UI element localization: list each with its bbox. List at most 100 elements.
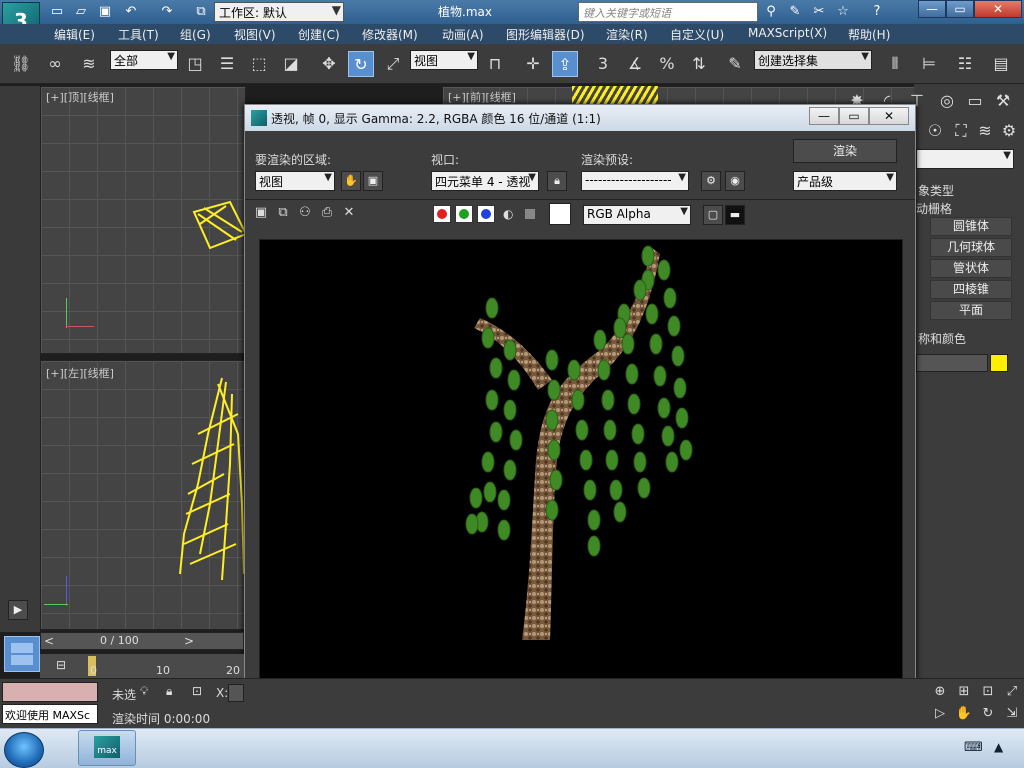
viewport-dropdown[interactable]: 四元菜单 4 - 透视 ▼ xyxy=(431,171,539,191)
minimize-button[interactable]: — xyxy=(918,0,946,18)
area-to-render-dropdown[interactable]: 视图 ▼ xyxy=(255,171,335,191)
mirror-icon[interactable]: ⫴ xyxy=(882,51,908,77)
spinner-snap-icon[interactable]: ⇅ xyxy=(686,51,712,77)
display-channel-dropdown[interactable]: RGB Alpha ▼ xyxy=(583,205,691,225)
reference-coordinate-dropdown[interactable]: 视图 ▼ xyxy=(410,50,478,70)
select-manipulate-icon[interactable]: ✛ xyxy=(520,51,546,77)
object-name-input[interactable] xyxy=(916,354,988,372)
menu-customize[interactable]: 自定义(U) xyxy=(670,26,724,43)
move-icon[interactable]: ✥ xyxy=(316,51,342,77)
search-input[interactable]: 键入关键字或短语 xyxy=(578,2,758,22)
zoom-extents-selected-icon[interactable]: ⊡ xyxy=(978,682,998,702)
name-and-color-title[interactable]: 称和颜色 xyxy=(918,330,966,347)
menu-create[interactable]: 创建(C) xyxy=(298,26,340,43)
green-channel-toggle[interactable] xyxy=(455,205,473,223)
selection-lock-icon[interactable]: 🔒︎ xyxy=(166,684,172,699)
menu-maxscript[interactable]: MAXScript(X) xyxy=(748,26,827,40)
object-category-dropdown[interactable]: ▼ xyxy=(916,149,1014,169)
alpha-toggle-icon[interactable]: ◐ xyxy=(503,207,513,221)
render-canvas[interactable] xyxy=(259,239,903,723)
pivot-center-icon[interactable]: ⊓ xyxy=(482,51,508,77)
clone-window-icon[interactable]: ⚇ xyxy=(295,203,315,223)
tools-icon[interactable]: ✂ xyxy=(810,3,828,21)
keyboard-tray-icon[interactable]: ⌨ xyxy=(964,740,983,755)
percent-snap-icon[interactable]: % xyxy=(654,51,680,77)
rectangular-selection-icon[interactable]: ⬚ xyxy=(246,51,272,77)
autogrid-checkbox[interactable]: 动栅格 xyxy=(916,200,952,217)
save-image-icon[interactable]: ▣ xyxy=(251,203,271,223)
binoculars-icon[interactable]: ⚲ xyxy=(762,3,780,21)
angle-snap-icon[interactable]: ∡ xyxy=(622,51,648,77)
timeline-prev-button[interactable]: < xyxy=(44,634,54,648)
select-by-name-icon[interactable]: ☰ xyxy=(214,51,240,77)
zoom-extents-all-icon[interactable]: ⤢ xyxy=(1002,682,1022,702)
mini-curve-editor-icon[interactable]: ⊟ xyxy=(50,654,72,676)
lock-icon[interactable]: 🔒︎ xyxy=(547,171,567,191)
undo-icon[interactable]: ↶ xyxy=(122,3,140,21)
tube-button[interactable]: 管状体 xyxy=(930,259,1012,278)
cone-button[interactable]: 圆锥体 xyxy=(930,217,1012,236)
mono-toggle-icon[interactable] xyxy=(525,209,535,219)
new-file-icon[interactable]: ▭ xyxy=(48,3,66,21)
systems-icon[interactable]: ⚙ xyxy=(996,118,1022,144)
plane-button[interactable]: 平面 xyxy=(930,301,1012,320)
cameras-icon[interactable]: ☉ xyxy=(922,118,948,144)
menu-graph-editors[interactable]: 图形编辑器(D) xyxy=(506,26,585,43)
helpers-icon[interactable]: ⛶ xyxy=(948,118,974,144)
zoom-extents-icon[interactable]: ⊕ xyxy=(930,682,950,702)
orbit-icon[interactable]: ↻ xyxy=(978,704,998,724)
menu-views[interactable]: 视图(V) xyxy=(234,26,276,43)
ribbon-icon[interactable]: ▤ xyxy=(988,51,1014,77)
menu-modifiers[interactable]: 修改器(M) xyxy=(362,26,418,43)
object-type-title[interactable]: 象类型 xyxy=(918,182,954,199)
render-button[interactable]: 渲染 xyxy=(793,139,897,163)
menu-group[interactable]: 组(G) xyxy=(180,26,211,43)
maximize-viewport-icon[interactable]: ⇲ xyxy=(1002,704,1022,724)
environment-effects-icon[interactable]: ◉ xyxy=(725,171,745,191)
named-selection-dropdown[interactable]: 创建选择集 ▼ xyxy=(754,50,872,70)
align-icon[interactable]: ⊨ xyxy=(916,51,942,77)
pan-view-icon[interactable]: ✋ xyxy=(954,704,974,724)
menu-edit[interactable]: 编辑(E) xyxy=(54,26,95,43)
selection-filter-dropdown[interactable]: 全部 ▼ xyxy=(110,50,178,70)
maximize-button[interactable]: ▭ xyxy=(946,0,974,18)
save-icon[interactable]: ▣ xyxy=(96,3,114,21)
clear-icon[interactable]: ✕ xyxy=(339,203,359,223)
snap-toggle-icon[interactable]: 3 xyxy=(590,51,616,77)
menu-help[interactable]: 帮助(H) xyxy=(848,26,890,43)
maxscript-listener-output[interactable] xyxy=(2,682,98,702)
utilities-tab-icon[interactable]: ⚒ xyxy=(990,88,1016,114)
unlink-icon[interactable]: ∞ xyxy=(42,51,68,77)
start-button[interactable] xyxy=(4,732,44,768)
swatch-color[interactable] xyxy=(549,203,571,225)
rotate-icon[interactable]: ↻ xyxy=(348,51,374,77)
motion-tab-icon[interactable]: ◎ xyxy=(934,88,960,114)
time-slider[interactable] xyxy=(40,632,244,650)
print-icon[interactable]: ⎙ xyxy=(317,203,337,223)
window-crossing-icon[interactable]: ◪ xyxy=(278,51,304,77)
pyramid-button[interactable]: 四棱锥 xyxy=(930,280,1012,299)
display-tab-icon[interactable]: ▭ xyxy=(962,88,988,114)
help-icon[interactable]: ? xyxy=(868,3,886,21)
open-folder-icon[interactable]: ▱ xyxy=(72,3,90,21)
maxscript-mini-listener[interactable]: 欢迎使用 MAXSc xyxy=(2,704,98,724)
edit-named-selection-icon[interactable]: ✎ xyxy=(722,51,748,77)
viewport-front-label[interactable]: [+][前][线框] xyxy=(448,89,516,105)
blue-channel-toggle[interactable] xyxy=(477,205,495,223)
isolate-selection-icon[interactable]: 💡︎ xyxy=(140,684,148,699)
menu-rendering[interactable]: 渲染(R) xyxy=(606,26,648,43)
copy-image-icon[interactable]: ⧉ xyxy=(273,203,293,223)
red-channel-toggle[interactable] xyxy=(433,205,451,223)
auto-region-icon[interactable]: ▣ xyxy=(363,171,383,191)
viewport-top-label[interactable]: [+][顶][线框] xyxy=(46,89,114,105)
render-preset-dropdown[interactable]: -------------------- ▼ xyxy=(581,171,689,191)
render-setup-icon[interactable]: ⚙ xyxy=(701,171,721,191)
render-minimize-button[interactable]: — xyxy=(809,107,839,125)
link-icon[interactable]: ⛓ xyxy=(8,51,34,77)
expand-panel-button[interactable]: ▶ xyxy=(8,600,28,620)
taskbar-3dsmax-button[interactable]: max xyxy=(78,730,136,766)
keyboard-shortcut-override-icon[interactable]: ⇪ xyxy=(552,51,578,77)
redo-icon[interactable]: ↷ xyxy=(158,3,176,21)
menu-tools[interactable]: 工具(T) xyxy=(118,26,159,43)
timeline-next-button[interactable]: > xyxy=(184,634,194,648)
